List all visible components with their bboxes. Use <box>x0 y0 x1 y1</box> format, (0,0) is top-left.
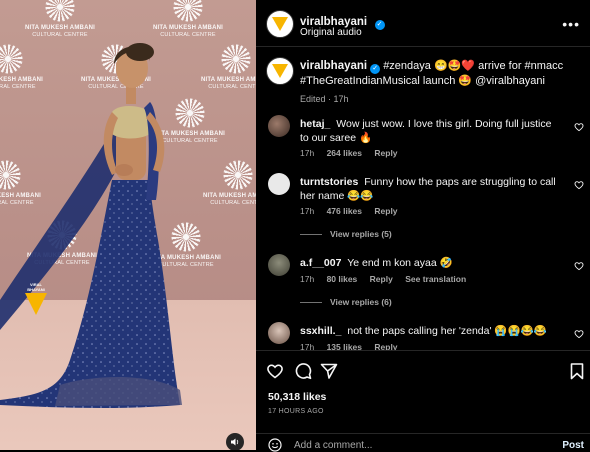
brand-logo-icon <box>272 64 288 78</box>
post-header: viralbhayani ✓ Original audio ••• <box>256 0 590 47</box>
comment-text: Wow just wow. I love this girl. Doing fu… <box>300 118 552 144</box>
comment-meta: 17h 264 likes Reply <box>300 148 408 158</box>
avatar[interactable] <box>268 254 290 276</box>
comment-username[interactable]: turntstories <box>300 176 358 188</box>
comment-meta: 17h 80 likes Reply See translation <box>300 274 476 284</box>
view-replies-button[interactable]: View replies (6) <box>300 297 392 307</box>
view-replies-label: View replies (6) <box>330 297 392 307</box>
brand-logo-icon <box>272 17 288 31</box>
add-comment-bar: Add a comment... Post <box>256 433 590 452</box>
post-sidebar: viralbhayani ✓ Original audio ••• viralb… <box>256 0 590 452</box>
comment-body: hetaj_ Wow just wow. I love this girl. D… <box>300 117 556 145</box>
volume-button[interactable] <box>226 433 244 450</box>
avatar[interactable] <box>268 173 290 195</box>
comment-username[interactable]: hetaj_ <box>300 118 330 130</box>
heart-icon[interactable] <box>574 329 584 339</box>
avatar[interactable] <box>266 57 294 85</box>
watermark-logo-icon <box>25 293 47 315</box>
heart-icon[interactable] <box>574 180 584 190</box>
person-figure <box>0 43 182 409</box>
replies-divider <box>300 302 322 304</box>
heart-icon[interactable] <box>574 261 584 271</box>
volume-icon <box>231 438 239 446</box>
avatar[interactable] <box>268 322 290 344</box>
comment-body: a.f__007 Ye end m kon ayaa 🤣 <box>300 256 556 270</box>
reply-button[interactable]: Reply <box>370 274 393 284</box>
view-replies-button[interactable]: View replies (5) <box>300 229 392 239</box>
post-button[interactable]: Post <box>562 440 584 451</box>
comment-time: 17h <box>300 206 315 216</box>
replies-divider <box>300 234 322 236</box>
comment-body: ssxhill._ not the paps calling her 'zend… <box>300 324 556 338</box>
comment-likes[interactable]: 264 likes <box>327 148 362 158</box>
verified-badge-icon: ✓ <box>374 20 385 30</box>
view-replies-label: View replies (5) <box>330 229 392 239</box>
post-time: 17 HOURS AGO <box>268 408 324 415</box>
comment-time: 17h <box>300 148 315 158</box>
comment-time: 17h <box>300 274 315 284</box>
heart-icon[interactable] <box>266 362 284 380</box>
comment-username[interactable]: ssxhill._ <box>300 325 341 337</box>
action-bar: 50,318 likes 17 HOURS AGO Add a comment.… <box>256 350 590 452</box>
reply-button[interactable]: Reply <box>374 148 397 158</box>
post-caption: viralbhayani ✓ #zendaya 😁🤩❤️ arrive for #… <box>300 59 580 106</box>
comment-input[interactable]: Add a comment... <box>294 440 372 451</box>
comment-meta: 17h 476 likes Reply <box>300 206 408 216</box>
see-translation-button[interactable]: See translation <box>405 274 466 284</box>
comment-text: Ye end m kon ayaa 🤣 <box>347 257 453 269</box>
comment-icon[interactable] <box>294 362 312 380</box>
caption-username[interactable]: viralbhayani <box>300 60 367 72</box>
comment-username[interactable]: a.f__007 <box>300 257 341 269</box>
avatar[interactable] <box>266 10 294 38</box>
comment-body: turntstories Funny how the paps are stru… <box>300 175 556 203</box>
bookmark-icon[interactable] <box>568 362 586 380</box>
comment-text: not the paps calling her 'zenda' 😭😭😂😂 <box>347 325 547 337</box>
edited-label: Edited · 17h <box>300 94 349 104</box>
likes-count[interactable]: 50,318 likes <box>268 391 326 403</box>
watermark: VIRAL BHAYANI <box>22 282 50 315</box>
comment-likes[interactable]: 80 likes <box>327 274 358 284</box>
avatar[interactable] <box>268 115 290 137</box>
verified-badge-icon: ✓ <box>370 64 381 74</box>
share-icon[interactable] <box>320 362 338 380</box>
heart-icon[interactable] <box>574 122 584 132</box>
audio-link[interactable]: Original audio <box>300 27 362 38</box>
reply-button[interactable]: Reply <box>374 206 397 216</box>
more-options-icon[interactable]: ••• <box>562 16 580 32</box>
post-media[interactable]: NITA MUKESH AMBANI CULTURAL CENTRE NITA … <box>0 0 256 450</box>
comment-likes[interactable]: 476 likes <box>327 206 362 216</box>
watermark-text: VIRAL BHAYANI <box>27 282 45 292</box>
